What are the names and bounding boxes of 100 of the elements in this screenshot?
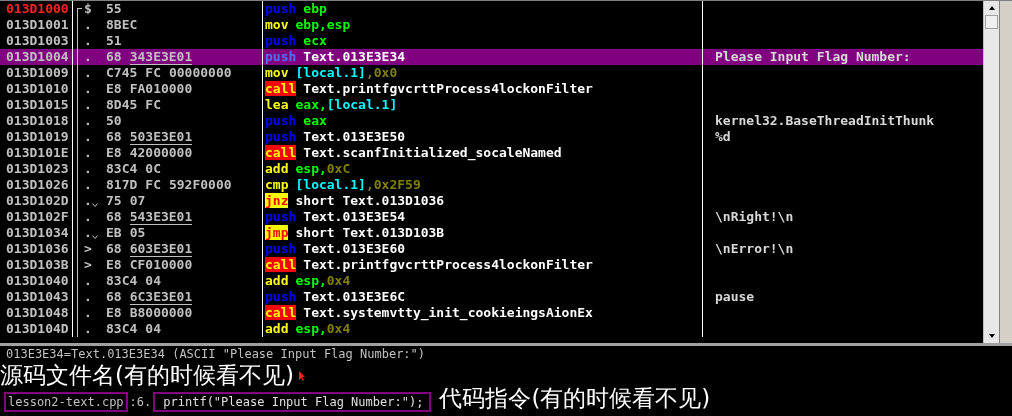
code-row[interactable]: 013D1001 . 8BEC mov ebp,esp: [0, 17, 984, 33]
code-row[interactable]: 013D1018 . 50 push eax kernel32.BaseThreadInitThunk: [0, 113, 984, 129]
jump-marker: .: [84, 209, 92, 225]
code-row[interactable]: 013D101E . E8 42000000 call Text.scanfInitialized_socaleNamed: [0, 145, 984, 161]
scroll-thumb[interactable]: [985, 15, 999, 29]
jump-marker: .: [84, 17, 92, 33]
hex-bytes: 603E3E01: [129, 241, 193, 257]
address-text: 013D1040: [6, 273, 69, 288]
jump-marker: .: [84, 193, 92, 209]
address-text: 013D1036: [6, 241, 69, 256]
hex-bytes: 68: [106, 241, 122, 257]
comment-text: \nError!\n: [715, 241, 794, 256]
mnemonic: push: [265, 113, 297, 128]
mnemonic: call: [265, 145, 297, 160]
jump-marker: .: [84, 289, 92, 305]
code-row[interactable]: 013D104D . 83C4 04 add esp,0x4: [0, 321, 984, 337]
operand: Text.printfgvcrttProcess4lockonFilter: [303, 81, 593, 96]
hex-bytes: 51: [106, 33, 122, 49]
code-row[interactable]: 013D1019 . 68 503E3E01 push Text.013E3E50 %d: [0, 129, 984, 145]
comment-text: kernel32.BaseThreadInitThunk: [715, 113, 935, 128]
code-row[interactable]: 013D1015 . 8D45 FC lea eax,[local.1]: [0, 97, 984, 113]
mnemonic: call: [265, 305, 297, 320]
code-row[interactable]: 013D1023 . 83C4 0C add esp,0xC: [0, 161, 984, 177]
scrollbar[interactable]: [983, 1, 999, 343]
comment-text: %d: [715, 129, 731, 144]
address-text: 013D1010: [6, 81, 69, 96]
code-row[interactable]: 013D1010 . E8 FA010000 call Text.printfgvcrttProcess4lockonFilter: [0, 81, 984, 97]
hex-bytes: E8: [106, 81, 122, 97]
operand: Text.013E3E54: [303, 209, 406, 224]
jump-marker: .: [84, 113, 92, 129]
hex-bytes: E8: [106, 257, 122, 273]
code-row[interactable]: 013D1040 . 83C4 04 add esp,0x4: [0, 273, 984, 289]
hex-bytes: FA010000: [129, 81, 193, 97]
address-text: 013D1023: [6, 161, 69, 176]
address-text: 013D1001: [6, 17, 69, 32]
mnemonic: push: [265, 33, 297, 48]
code-row[interactable]: 013D102F . 68 543E3E01 push Text.013E3E54 \nRight!\n: [0, 209, 984, 225]
address-text: 013D1019: [6, 129, 69, 144]
mnemonic: add: [265, 273, 289, 288]
operand: Text.systemvtty_init_cookieingsAionEx: [303, 305, 593, 320]
operand: Text.printfgvcrttProcess4lockonFilter: [303, 257, 593, 272]
code-row[interactable]: 013D1009 . C745 FC 00000000 mov [local.1],0x0: [0, 65, 984, 81]
code-row[interactable]: 013D1043 . 68 6C3E3E01 push Text.013E3E6C pause: [0, 289, 984, 305]
hex-bytes: FC: [145, 177, 161, 193]
hex-bytes: 68: [106, 209, 122, 225]
hex-bytes: 83C4: [106, 321, 138, 337]
jump-marker: .: [84, 321, 92, 337]
hex-bytes: 04: [145, 273, 161, 289]
code-row[interactable]: 013D1026 . 817D FC 592F0000 cmp [local.1],0x2F59: [0, 177, 984, 193]
annotation-text: 代码指令(有的时候看不见): [439, 385, 711, 411]
address-text: 013D101E: [6, 145, 69, 160]
mnemonic: cmp: [265, 177, 289, 192]
operand: ebp: [303, 1, 327, 16]
hex-bytes: C745: [106, 65, 138, 81]
cursor-icon: [297, 370, 306, 382]
code-row[interactable]: 013D103B > E8 CF010000 call Text.printfgvcrttProcess4lockonFilter: [0, 257, 984, 273]
jump-marker: .: [84, 33, 92, 49]
code-row[interactable]: 013D1034 . EB 05 jmp short Text.013D103B: [0, 225, 984, 241]
hex-bytes: 50: [106, 113, 122, 129]
mnemonic: call: [265, 257, 297, 272]
mnemonic: push: [265, 289, 297, 304]
code-row[interactable]: 013D102D . 75 07 jnz short Text.013D1036: [0, 193, 984, 209]
hex-bytes: 05: [129, 225, 146, 241]
hex-bytes: FC: [145, 97, 161, 113]
hex-bytes: 42000000: [129, 145, 193, 161]
hex-bytes: 83C4: [106, 161, 138, 177]
source-code: printf("Please Input Flag Number:");: [153, 392, 432, 412]
jump-marker: .: [84, 49, 92, 65]
code-row[interactable]: 013D1048 . E8 B8000000 call Text.systemvtty_init_cookieingsAionEx: [0, 305, 984, 321]
annotation-text: 源码文件名(有的时候看不见): [0, 362, 294, 388]
jump-marker: .: [84, 129, 92, 145]
source-file-name: lesson2-text.cpp: [4, 392, 128, 412]
comment-text: \nRight!\n: [715, 209, 794, 224]
mnemonic: push: [265, 241, 297, 256]
code-row[interactable]: 013D1000 $ 55 push ebp: [0, 1, 984, 17]
operand: Text.013E3E50: [303, 129, 406, 144]
hex-bytes: 00000000: [168, 65, 232, 81]
selected-row[interactable]: 013D1004 . 68 343E3E01 push Text.013E3E34 Please Input Flag Number:: [0, 49, 984, 65]
hex-bytes: 503E3E01: [129, 129, 193, 145]
mnemonic: jmp: [265, 225, 289, 240]
operand: esp,0xC: [295, 161, 351, 176]
mnemonic: call: [265, 81, 297, 96]
jump-marker: $: [84, 1, 92, 17]
address-text: 013D1048: [6, 305, 69, 320]
mnemonic: mov: [265, 17, 289, 32]
jump-marker: .: [84, 177, 92, 193]
operand: Text.scanfInitialized_socaleNamed: [303, 145, 562, 160]
code-row[interactable]: 013D1036 > 68 603E3E01 push Text.013E3E60 \nError!\n: [0, 241, 984, 257]
comment-text: Please Input Flag Number:: [715, 49, 911, 64]
hex-bytes: 07: [129, 193, 146, 209]
jump-marker: >: [84, 241, 92, 257]
line-number: :6.: [129, 395, 152, 409]
hex-bytes: 04: [145, 321, 161, 337]
jump-marker: .: [84, 145, 92, 161]
operand: esp,0x4: [295, 273, 351, 288]
operand: [local.1],0x2F59: [295, 177, 421, 192]
operand: ebp,esp: [295, 17, 351, 32]
hex-bytes: 343E3E01: [129, 49, 193, 65]
hex-bytes: 75: [106, 193, 122, 209]
address-text: 013D1018: [6, 113, 69, 128]
